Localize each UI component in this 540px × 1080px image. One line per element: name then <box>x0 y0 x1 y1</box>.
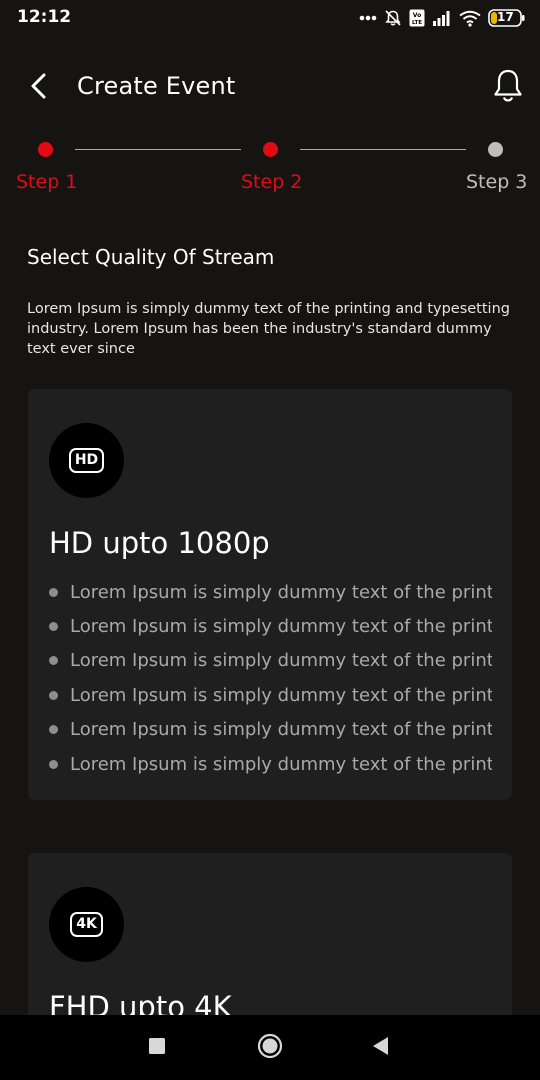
svg-text:LTE: LTE <box>412 20 422 26</box>
step-2-dot <box>263 142 278 157</box>
battery-level: 17 <box>497 10 514 24</box>
feature-item: Lorem Ipsum is simply dummy text of the … <box>49 575 492 609</box>
back-button[interactable] <box>22 70 56 106</box>
feature-text: Lorem Ipsum is simply dummy text of the … <box>70 684 492 706</box>
4k-badge-icon: 4K <box>49 887 124 962</box>
feature-item: Lorem Ipsum is simply dummy text of the … <box>49 747 492 781</box>
chevron-left-icon <box>29 72 49 104</box>
step-1-label: Step 1 <box>16 171 78 193</box>
feature-text: Lorem Ipsum is simply dummy text of the … <box>70 719 492 741</box>
bullet-icon <box>49 656 58 666</box>
feature-text: Lorem Ipsum is simply dummy text of the … <box>70 581 492 603</box>
feature-item: Lorem Ipsum is simply dummy text of the … <box>49 678 492 712</box>
feature-text: Lorem Ipsum is simply dummy text of the … <box>70 616 492 638</box>
status-icons: Vo LTE 17 <box>359 8 526 28</box>
battery-icon: 17 <box>488 9 526 27</box>
step-3-dot <box>488 142 503 157</box>
status-time: 12:12 <box>17 7 72 27</box>
app-bar: Create Event <box>0 62 540 114</box>
feature-list: Lorem Ipsum is simply dummy text of the … <box>49 575 492 781</box>
feature-text: Lorem Ipsum is simply dummy text of the … <box>70 753 492 775</box>
hd-badge-icon: HD <box>49 423 124 498</box>
step-connector-2 <box>300 149 466 150</box>
step-1-dot <box>38 142 53 157</box>
system-back-button[interactable] <box>350 1015 410 1080</box>
stepper: Step 1 Step 2 Step 3 <box>0 138 540 198</box>
quality-title: HD upto 1080p <box>49 526 270 560</box>
feature-text: Lorem Ipsum is simply dummy text of the … <box>70 650 492 672</box>
svg-text:Vo: Vo <box>413 12 421 19</box>
4k-badge-text: 4K <box>70 912 103 937</box>
recents-button[interactable] <box>127 1015 187 1080</box>
system-nav-bar <box>0 1015 540 1080</box>
feature-item: Lorem Ipsum is simply dummy text of the … <box>49 713 492 747</box>
bullet-icon <box>49 725 58 735</box>
volte-icon: Vo LTE <box>409 9 425 27</box>
bullet-icon <box>49 622 58 632</box>
quality-title: FHD upto 4K <box>49 990 232 1015</box>
bullet-icon <box>49 759 58 769</box>
bullet-icon <box>49 690 58 700</box>
quality-option-4k[interactable]: 4K FHD upto 4K <box>28 853 512 1015</box>
wifi-icon <box>459 10 481 27</box>
bullet-icon <box>49 587 58 597</box>
step-3-label: Step 3 <box>466 171 528 193</box>
section-description: Lorem Ipsum is simply dummy text of the … <box>27 301 510 357</box>
section-title: Select Quality Of Stream <box>27 245 275 269</box>
signal-icon <box>432 10 452 26</box>
page-title: Create Event <box>77 72 236 100</box>
home-circle-icon <box>257 1033 283 1063</box>
feature-item: Lorem Ipsum is simply dummy text of the … <box>49 644 492 678</box>
home-button[interactable] <box>240 1015 300 1080</box>
quality-option-hd[interactable]: HD HD upto 1080p Lorem Ipsum is simply d… <box>28 389 512 800</box>
notifications-button[interactable] <box>488 66 528 110</box>
status-bar: 12:12 Vo LTE 17 <box>0 0 540 36</box>
back-triangle-icon <box>371 1036 389 1060</box>
alarm-off-icon <box>384 9 402 27</box>
hd-badge-text: HD <box>68 448 105 473</box>
more-dots-icon <box>359 15 377 21</box>
bell-icon <box>492 68 524 108</box>
feature-item: Lorem Ipsum is simply dummy text of the … <box>49 609 492 643</box>
step-connector-1 <box>75 149 241 150</box>
recents-square-icon <box>149 1037 165 1058</box>
step-2-label: Step 2 <box>241 171 303 193</box>
